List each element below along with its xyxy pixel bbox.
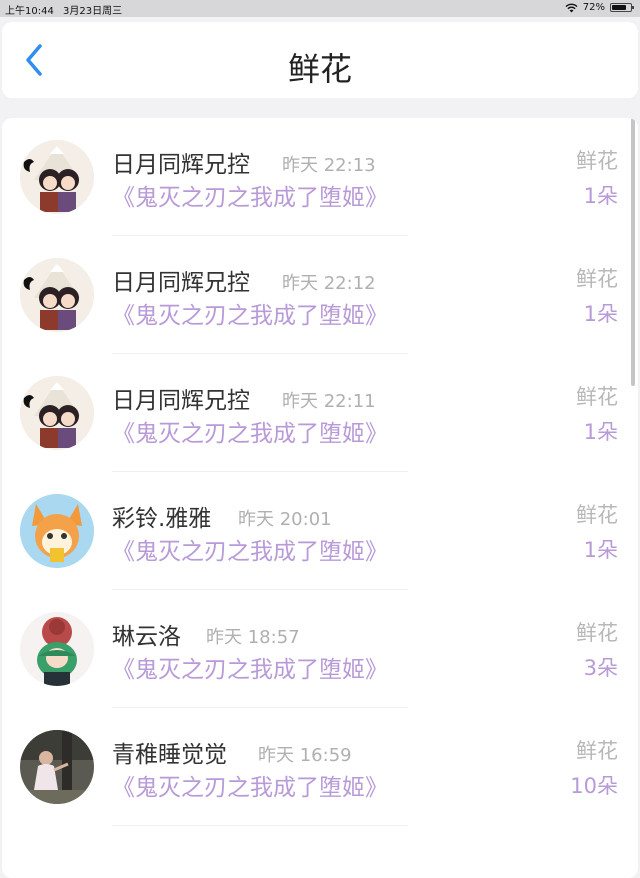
list-item[interactable]: 彩铃.雅雅 昨天 20:01 《鬼灭之刃之我成了堕姬》 鲜花 1朵 — [2, 472, 638, 590]
avatar[interactable] — [20, 612, 94, 686]
avatar[interactable] — [20, 258, 94, 332]
gift-type: 鲜花 — [576, 739, 618, 763]
list-item[interactable]: 青稚睡觉觉 昨天 16:59 《鬼灭之刃之我成了堕姬》 鲜花 10朵 — [2, 708, 638, 826]
gift-type: 鲜花 — [576, 503, 618, 527]
user-name[interactable]: 日月同辉兄控 — [112, 145, 250, 179]
user-name[interactable]: 琳云洛 — [112, 617, 181, 651]
user-name[interactable]: 日月同辉兄控 — [112, 263, 250, 297]
gift-count: 1朵 — [583, 420, 618, 444]
avatar[interactable] — [20, 730, 94, 804]
book-title-link[interactable]: 《鬼灭之刃之我成了堕姬》 — [112, 178, 388, 212]
gift-count: 3朵 — [583, 656, 618, 680]
book-title-link[interactable]: 《鬼灭之刃之我成了堕姬》 — [112, 296, 388, 330]
book-title-link[interactable]: 《鬼灭之刃之我成了堕姬》 — [112, 532, 388, 566]
gift-count: 1朵 — [583, 538, 618, 562]
battery-icon — [610, 3, 634, 12]
user-name[interactable]: 青稚睡觉觉 — [112, 735, 227, 769]
avatar[interactable] — [20, 140, 94, 214]
user-name[interactable]: 彩铃.雅雅 — [112, 499, 211, 533]
list-item[interactable]: 日月同辉兄控 昨天 22:12 《鬼灭之刃之我成了堕姬》 鲜花 1朵 — [2, 236, 638, 354]
gift-type: 鲜花 — [576, 621, 618, 645]
timestamp: 昨天 22:13 — [282, 155, 376, 176]
status-date: 3月23日周三 — [63, 6, 123, 17]
timestamp: 昨天 22:12 — [282, 273, 376, 294]
page-title: 鲜花 — [287, 50, 352, 88]
nav-header: 鲜花 — [2, 22, 638, 98]
timestamp: 昨天 16:59 — [258, 745, 352, 766]
book-title-link[interactable]: 《鬼灭之刃之我成了堕姬》 — [112, 768, 388, 802]
book-title-link[interactable]: 《鬼灭之刃之我成了堕姬》 — [112, 414, 388, 448]
book-title-link[interactable]: 《鬼灭之刃之我成了堕姬》 — [112, 650, 388, 684]
gift-type: 鲜花 — [576, 149, 618, 173]
gift-count: 10朵 — [570, 774, 618, 798]
list-item[interactable]: 日月同辉兄控 昨天 22:13 《鬼灭之刃之我成了堕姬》 鲜花 1朵 — [2, 118, 638, 236]
user-name[interactable]: 日月同辉兄控 — [112, 381, 250, 415]
divider — [112, 825, 408, 826]
gift-type: 鲜花 — [576, 267, 618, 291]
status-time: 上午10:44 — [5, 6, 54, 17]
status-right: 72% — [565, 2, 634, 13]
avatar[interactable] — [20, 494, 94, 568]
gift-type: 鲜花 — [576, 385, 618, 409]
wifi-icon — [565, 3, 578, 12]
list-item[interactable]: 日月同辉兄控 昨天 22:11 《鬼灭之刃之我成了堕姬》 鲜花 1朵 — [2, 354, 638, 472]
gift-count: 1朵 — [583, 302, 618, 326]
status-bar: 上午10:44 3月23日周三 72% — [0, 0, 640, 17]
list-item[interactable]: 琳云洛 昨天 18:57 《鬼灭之刃之我成了堕姬》 鲜花 3朵 — [2, 590, 638, 708]
gift-record-list[interactable]: 日月同辉兄控 昨天 22:13 《鬼灭之刃之我成了堕姬》 鲜花 1朵 日月同辉兄控 昨天 2… — [2, 118, 638, 878]
gift-count: 1朵 — [583, 184, 618, 208]
timestamp: 昨天 22:11 — [282, 391, 376, 412]
battery-percent: 72% — [582, 2, 605, 13]
timestamp: 昨天 20:01 — [238, 509, 332, 530]
timestamp: 昨天 18:57 — [206, 627, 300, 648]
avatar[interactable] — [20, 376, 94, 450]
